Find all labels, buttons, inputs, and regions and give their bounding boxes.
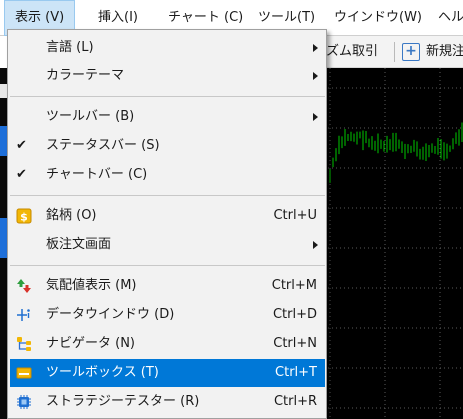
menu-item-shortcut: Ctrl+U: [273, 208, 317, 223]
menu-separator: [10, 265, 325, 266]
menu-item-navigator[interactable]: ナビゲータ (N) Ctrl+N: [10, 330, 325, 358]
submenu-arrow-icon: [313, 72, 318, 80]
menu-item-strategy-tester[interactable]: ストラテジーテスター (R) Ctrl+R: [10, 388, 325, 416]
menu-item-symbols[interactable]: $ 銘柄 (O) Ctrl+U: [10, 202, 325, 230]
menu-separator: [10, 195, 325, 196]
menu-item-shortcut: Ctrl+R: [273, 394, 317, 409]
svg-text:$: $: [20, 211, 28, 224]
menu-item-shortcut: Ctrl+D: [272, 307, 317, 322]
menu-item-chart-bar[interactable]: ✔ チャートバー (C): [10, 161, 325, 189]
toolbox-icon: [16, 367, 32, 379]
menu-item-label: ナビゲータ (N): [46, 336, 136, 351]
algo-trading-button[interactable]: ズム取引: [326, 36, 378, 68]
menu-item-toolbox[interactable]: ツールボックス (T) Ctrl+T: [10, 359, 325, 387]
menu-item-label: データウインドウ (D): [46, 307, 175, 322]
menu-item-shortcut: Ctrl+T: [275, 365, 317, 380]
menu-item-label: 言語 (L): [46, 40, 94, 55]
menu-item-label: ツールバー (B): [46, 109, 135, 124]
submenu-arrow-icon: [313, 241, 318, 249]
strategy-tester-icon: [17, 395, 31, 409]
check-icon: ✔: [16, 167, 27, 182]
menu-item-label: 板注文画面: [46, 237, 112, 252]
menu-item-depth-of-market[interactable]: 板注文画面: [10, 231, 325, 259]
menu-window[interactable]: ウインドウ(W): [324, 0, 432, 36]
menu-item-data-window[interactable]: データウインドウ (D) Ctrl+D: [10, 301, 325, 329]
menu-help[interactable]: ヘル: [428, 0, 463, 36]
new-order-button[interactable]: 新規注: [426, 36, 463, 68]
toolbar-separator: [394, 42, 395, 62]
menu-item-label: ツールボックス (T): [46, 365, 159, 380]
menu-item-label: 銘柄 (O): [46, 208, 97, 223]
view-menu-dropdown: 言語 (L) カラーテーマ ツールバー (B) ✔ ステータスバー (S) ✔ …: [7, 29, 327, 419]
menu-item-shortcut: Ctrl+M: [271, 278, 317, 293]
menu-separator: [10, 96, 325, 97]
check-icon: ✔: [16, 138, 27, 153]
menu-item-label: チャートバー (C): [46, 167, 148, 182]
menu-item-shortcut: Ctrl+N: [273, 336, 317, 351]
toolbar: ズム取引 + 新規注: [320, 36, 463, 68]
symbols-icon: $: [16, 208, 32, 224]
menu-item-label: ストラテジーテスター (R): [46, 394, 200, 409]
menu-item-status-bar[interactable]: ✔ ステータスバー (S): [10, 132, 325, 160]
menu-item-market-watch[interactable]: 気配値表示 (M) Ctrl+M: [10, 272, 325, 300]
market-watch-icon: [17, 279, 31, 293]
menu-item-language[interactable]: 言語 (L): [10, 34, 325, 62]
menu-item-label: 気配値表示 (M): [46, 278, 137, 293]
navigator-icon: [17, 337, 31, 351]
new-order-icon[interactable]: +: [402, 43, 420, 61]
menu-item-color-theme[interactable]: カラーテーマ: [10, 62, 325, 90]
menu-item-toolbars[interactable]: ツールバー (B): [10, 103, 325, 131]
data-window-icon: [17, 309, 30, 321]
submenu-arrow-icon: [313, 44, 318, 52]
menu-item-label: カラーテーマ: [46, 68, 125, 83]
submenu-arrow-icon: [313, 113, 318, 121]
menu-item-label: ステータスバー (S): [46, 138, 160, 153]
